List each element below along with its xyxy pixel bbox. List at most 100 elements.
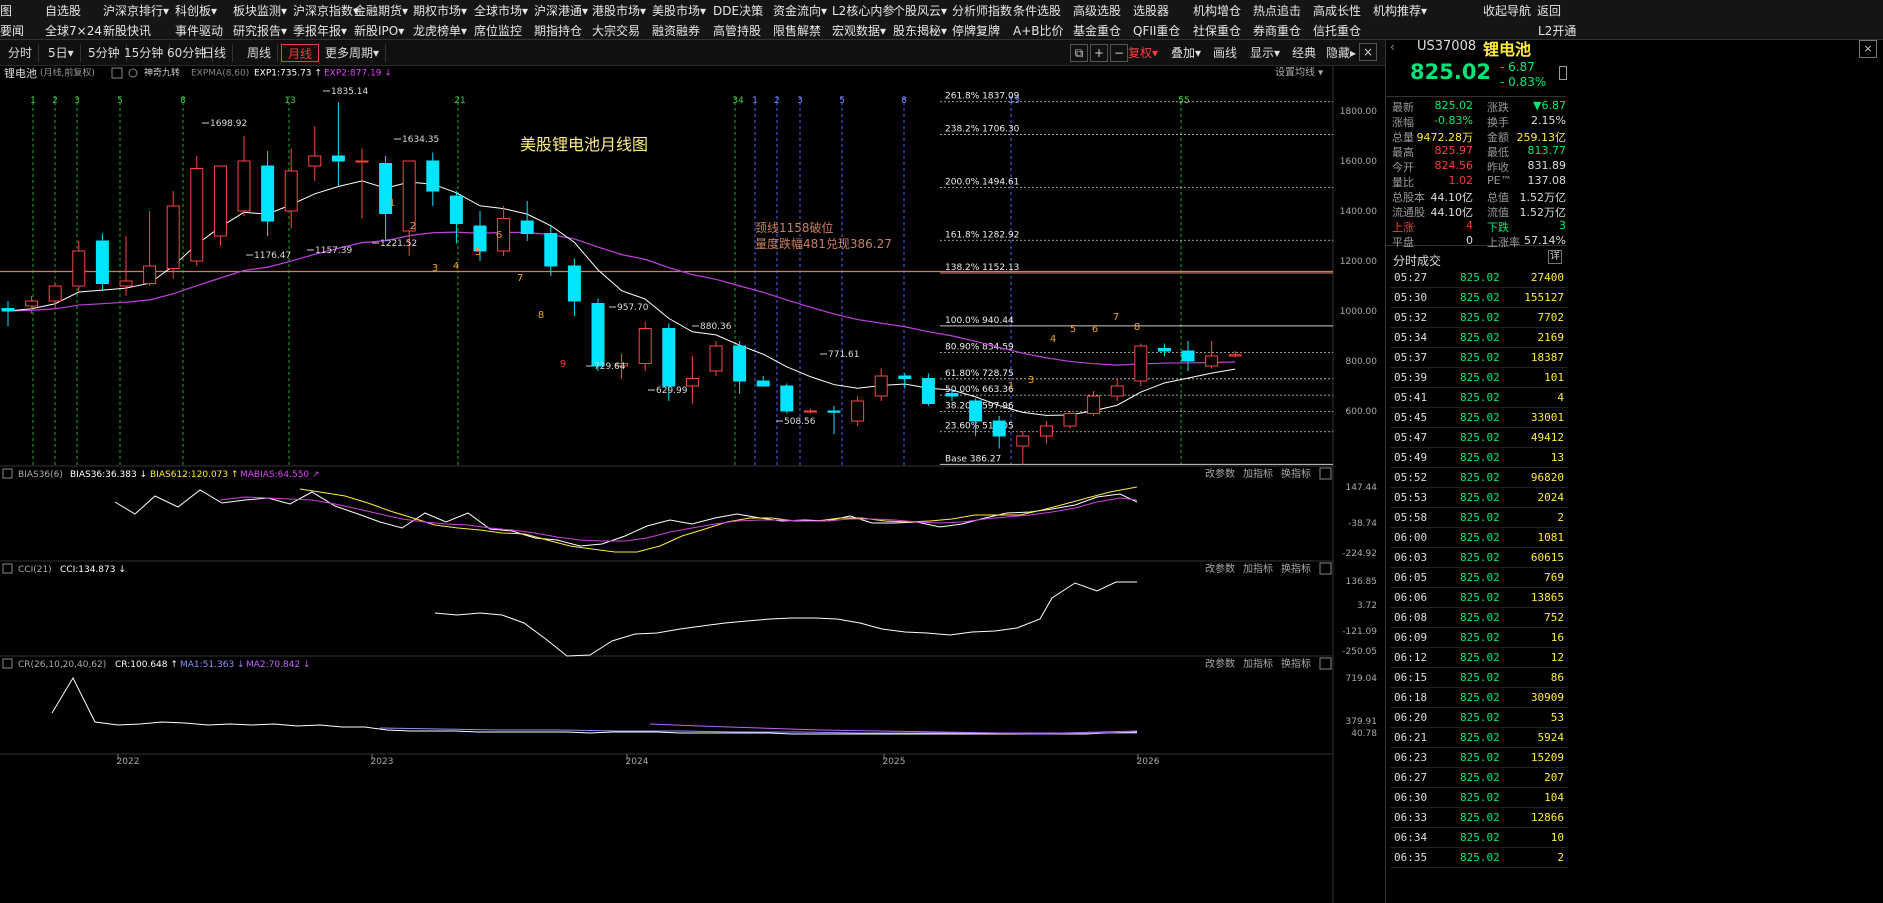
menu-item[interactable]: 融资融券	[652, 22, 700, 39]
menu-item[interactable]: 季报年报▾	[293, 22, 347, 39]
menu-item[interactable]: L2核心内参	[832, 2, 894, 19]
menu-item[interactable]: 资金流向▾	[773, 2, 827, 19]
bias612-line	[299, 486, 1138, 553]
tick-price: 825.02	[1460, 271, 1500, 284]
menu-item[interactable]: 分析师指数	[952, 2, 1012, 19]
toolbar-option[interactable]: 隐藏▸	[1326, 44, 1356, 62]
menu-item[interactable]: 板块监测▾	[233, 2, 287, 19]
menu-item[interactable]: 研究报告▾	[233, 22, 287, 39]
zoom-out-icon[interactable]: −	[1110, 44, 1128, 62]
menu-item[interactable]: 沪深京指数▾	[293, 2, 359, 19]
menu-item[interactable]: 停牌复牌	[952, 22, 1000, 39]
indicator-button[interactable]: 换指标	[1281, 657, 1311, 670]
menu-item[interactable]: 返回	[1537, 2, 1561, 19]
candle-body	[1157, 348, 1171, 352]
expma-label: EXPMA(8,60)	[191, 69, 249, 79]
candle-body	[143, 265, 157, 284]
menu-item[interactable]: DDE决策	[713, 2, 763, 19]
menu-item[interactable]: 图	[0, 2, 12, 19]
indicator-button[interactable]: 换指标	[1281, 562, 1311, 575]
menu-item[interactable]: 宏观数据▾	[832, 22, 886, 39]
menu-item[interactable]: 股东揭秘▾	[893, 22, 947, 39]
menu-item[interactable]: 龙虎榜单▾	[413, 22, 467, 39]
indicator-button[interactable]: 加指标	[1243, 467, 1273, 480]
menu-item[interactable]: 高成长性	[1313, 2, 1361, 19]
menu-item[interactable]: 科创板▾	[175, 2, 217, 19]
menu-item[interactable]: 事件驱动	[175, 22, 223, 39]
close-icon[interactable]: ×	[1359, 43, 1377, 61]
price-annotation: 1176.47	[254, 251, 291, 261]
menu-item[interactable]: QFII重仓	[1133, 22, 1180, 39]
toolbar-option[interactable]: 显示▾	[1250, 44, 1280, 62]
tick-volume: 13865	[1530, 591, 1564, 604]
close-icon[interactable]: ×	[1859, 40, 1877, 58]
menu-item[interactable]: L2开通	[1538, 22, 1576, 39]
indicator-button[interactable]: 改参数	[1205, 562, 1235, 575]
menu-item[interactable]: 个股风云▾	[893, 2, 947, 19]
period-tab[interactable]: 5日▾	[42, 44, 81, 62]
tick-table[interactable]: 05:27 825.02 27400 05:30 825.02 155127 05:32 82…	[1390, 268, 1568, 868]
menu-item[interactable]: 自选股	[45, 2, 81, 19]
period-tab[interactable]: 分时	[2, 44, 40, 62]
toolbar-option[interactable]: 复权▾	[1128, 44, 1158, 62]
menu-item[interactable]: 热点追击	[1253, 2, 1301, 19]
quote-name: 锂电池	[1483, 40, 1532, 59]
menu-item[interactable]: 期权市场▾	[413, 2, 467, 19]
pane-tick-label: -121.09	[1342, 627, 1377, 637]
menu-item[interactable]: 期指持仓	[534, 22, 582, 39]
toolbar-option[interactable]: 画线	[1213, 44, 1237, 62]
fib-count: 3	[74, 96, 80, 106]
toolbar-option[interactable]: 叠加▾	[1171, 44, 1201, 62]
indicator-button[interactable]: 加指标	[1243, 562, 1273, 575]
menu-item[interactable]: 新股IPO▾	[354, 22, 404, 39]
pane-tick-label: 40.78	[1351, 729, 1377, 739]
menu-item[interactable]: 全球市场▾	[474, 2, 528, 19]
window-icon[interactable]: ⧉	[1070, 44, 1088, 62]
period-tab[interactable]: 更多周期▾	[319, 44, 387, 62]
period-tab[interactable]: 日线	[196, 44, 234, 62]
toolbar-option[interactable]: 经典	[1292, 44, 1316, 62]
menu-item[interactable]: 选股器	[1133, 2, 1169, 19]
period-tab[interactable]: 月线	[281, 44, 320, 62]
collapse-chevron-icon[interactable]: ‹	[1390, 40, 1404, 60]
indicator-button[interactable]: 换指标	[1281, 467, 1311, 480]
indicator-button[interactable]: 改参数	[1205, 467, 1235, 480]
menu-item[interactable]: 沪深京排行▾	[103, 2, 169, 19]
menu-item[interactable]: 高级选股	[1073, 2, 1121, 19]
menu-item[interactable]: 基金重仓	[1073, 22, 1121, 39]
menu-item[interactable]: 高管持股	[713, 22, 761, 39]
menu-item[interactable]: 席位监控	[474, 22, 522, 39]
menu-item[interactable]: 沪深港通▾	[534, 2, 588, 19]
menu-item[interactable]: 信托重仓	[1313, 22, 1361, 39]
menu-item[interactable]: 限售解禁	[773, 22, 821, 39]
chart-svg[interactable]: 锂电池 (月线,前复权) 神奇九转 EXPMA(8,60) EXP1:735.73 ↑ E…	[0, 65, 1385, 903]
menu-item[interactable]: 港股市场▾	[592, 2, 646, 19]
candle-body	[1063, 413, 1077, 427]
quote-cell: 44.10亿	[1430, 206, 1474, 219]
menu-item[interactable]: 全球7×24	[45, 22, 102, 39]
menu-item[interactable]: 金融期货▾	[354, 2, 408, 19]
indicator-button[interactable]: 改参数	[1205, 657, 1235, 670]
menu-item[interactable]: 要闻	[0, 22, 24, 39]
menu-item[interactable]: 美股市场▾	[652, 2, 706, 19]
zoom-in-icon[interactable]: +	[1090, 44, 1108, 62]
candle-body	[756, 380, 770, 387]
tick-price: 825.02	[1460, 491, 1500, 504]
indicator-button[interactable]: 加指标	[1243, 657, 1273, 670]
period-tab[interactable]: 周线	[241, 44, 279, 62]
menu-item[interactable]: 机构推荐▾	[1373, 2, 1427, 19]
menu-item[interactable]: 收起导航	[1483, 2, 1531, 19]
ticks-detail-button[interactable]: 详	[1548, 250, 1562, 264]
nine-turn-count: 4	[1050, 334, 1056, 345]
tick-price: 825.02	[1460, 611, 1500, 624]
quote-cell: 最新	[1392, 101, 1414, 114]
menu-item[interactable]: 券商重仓	[1253, 22, 1301, 39]
divider	[1386, 96, 1566, 97]
menu-item[interactable]: A+B比价	[1013, 22, 1064, 39]
menu-item[interactable]: 新股快讯	[103, 22, 151, 39]
menu-item[interactable]: 社保重仓	[1193, 22, 1241, 39]
menu-item[interactable]: 大宗交易	[592, 22, 640, 39]
expand-icon[interactable]	[1559, 66, 1567, 80]
menu-item[interactable]: 条件选股	[1013, 2, 1061, 19]
menu-item[interactable]: 机构增仓	[1193, 2, 1241, 19]
